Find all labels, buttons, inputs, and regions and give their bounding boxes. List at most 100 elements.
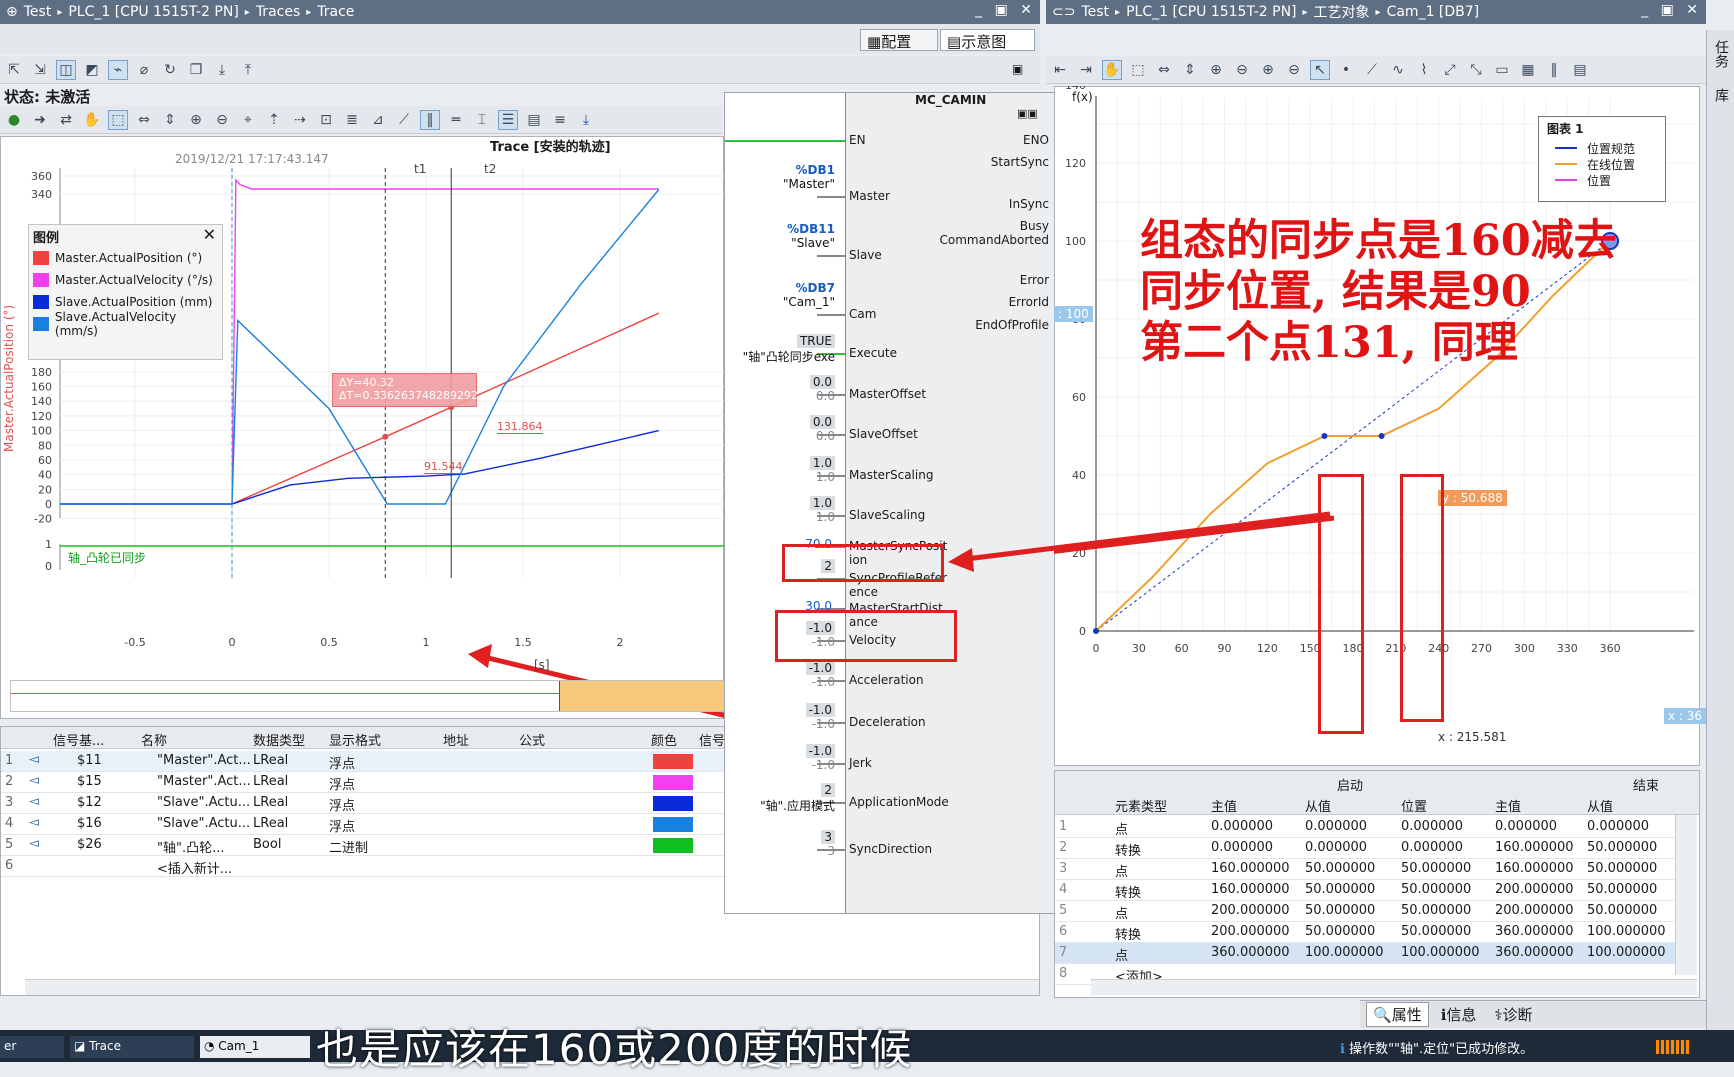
signal-format[interactable]: 浮点 [329,795,355,814]
cam-col-position[interactable]: 位置 [1401,796,1427,815]
cam-table-row[interactable]: 6 转换 200.000000 50.000000 50.000000 360.00000… [1055,922,1675,943]
sine-icon[interactable]: ∿ [1388,60,1408,80]
copy-icon[interactable]: ❐ [186,60,206,80]
sig-col-formula[interactable]: 公式 [519,730,545,749]
refresh-icon[interactable]: ↻ [160,60,180,80]
overview-strip[interactable] [10,680,725,712]
tab-info[interactable]: ℹ信息 [1435,1003,1483,1026]
sig-col-name[interactable]: 名称 [141,730,167,749]
zoom-box-icon[interactable]: ⬚ [108,109,128,130]
legend-item-1[interactable]: Master.ActualVelocity (°/s) [29,269,222,291]
sig-col-type[interactable]: 数据类型 [253,730,305,749]
sig-col-format[interactable]: 显示格式 [329,730,381,749]
right-breadcrumb-3[interactable]: Cam_1 [DB7] [1387,4,1480,20]
zoom-y-icon[interactable]: ⇕ [160,110,180,130]
side-tab-library[interactable]: 库 [1711,88,1731,102]
cam-table-row[interactable]: 2 转换 0.000000 0.000000 0.000000 160.000000 50.… [1055,838,1675,859]
right-breadcrumb-1[interactable]: PLC_1 [CPU 1515T-2 PN] [1126,4,1296,20]
tab-diagram[interactable]: ▤示意图 [940,29,1035,51]
select-icon[interactable]: ↖ [1310,59,1330,80]
pin-value[interactable]: -1.0 [805,744,835,758]
pin-value[interactable]: 2 [821,783,835,797]
upload-icon[interactable]: ⇱ [4,60,24,80]
cam-legend-item-2[interactable]: 位置 [1539,172,1665,188]
pin-value[interactable]: 3 [821,830,835,844]
window-controls[interactable]: _ ▣ ✕ [975,2,1036,18]
pin-icon[interactable]: ⊕ [6,4,18,20]
zoom-100-icon[interactable]: ⌖ [238,110,258,130]
tab-config[interactable]: ▦配置 [860,29,938,51]
cam-zoom-box-icon[interactable]: ⬚ [1128,60,1148,80]
cam-cell[interactable]: 点 [1115,903,1128,922]
signal-name[interactable]: "Master".Act... [157,753,251,768]
sig-col-signal[interactable]: 信号 [699,730,725,749]
cam-col-slave-start[interactable]: 从值 [1305,796,1331,815]
export-icon[interactable]: ⇲ [30,60,50,80]
side-tab-tasks[interactable]: 任务 [1711,40,1731,68]
signal-name[interactable]: "轴".凸轮... [157,837,225,856]
signal-color-swatch[interactable] [653,775,693,790]
signal-format[interactable]: 二进制 [329,837,368,856]
signal-name[interactable]: "Master".Act... [157,774,251,789]
cursor-b-icon[interactable]: ⟋ [394,110,414,130]
poly-icon[interactable]: ⌇ [1414,60,1434,80]
segment-icon[interactable]: ⤡ [1466,60,1486,80]
signal-icon[interactable]: ≣ [342,110,362,130]
list-icon[interactable]: ≡ [550,110,570,130]
cam-hand-icon[interactable]: ✋ [1102,59,1122,80]
monitor-off-icon[interactable]: ◩ [82,60,102,80]
block-options-icon[interactable]: ▣▣ [1017,107,1038,120]
zoom-x100-icon[interactable]: ⇢ [290,110,310,130]
point-icon[interactable]: • [1336,60,1356,80]
signal-format[interactable]: 浮点 [329,753,355,772]
pin-value[interactable]: 0.0 [809,415,835,429]
taskbar-item-trace[interactable]: ◪ Trace [70,1036,194,1058]
cam-legend-item-1[interactable]: 在线位置 [1539,156,1665,172]
cam-zoom-x-icon[interactable]: ⇔ [1154,60,1174,80]
inverse-sine-icon[interactable]: ⤢ [1440,60,1460,80]
line-icon[interactable]: ⟋ [1362,60,1382,80]
graph-icon[interactable]: ▭ [1492,60,1512,80]
cam-table-row[interactable]: 1 点 0.000000 0.000000 0.000000 0.000000 0.0000… [1055,817,1675,838]
signal-format[interactable]: 浮点 [329,774,355,793]
cam-zoom-in-2-icon[interactable]: ⊕ [1258,60,1278,80]
trace-icon[interactable]: ⌁ [108,59,128,80]
signal-format[interactable]: 浮点 [329,816,355,835]
export-chart-icon[interactable]: ⤓ [576,110,596,130]
cam-zoom-in-icon[interactable]: ⊕ [1206,60,1226,80]
pin-value[interactable]: -1.0 [805,661,835,675]
split-icon[interactable]: ‖ [1544,60,1564,80]
right-window-controls[interactable]: _ ▣ ✕ [1641,2,1702,18]
signal-color-swatch[interactable] [653,838,693,853]
cam-cell[interactable]: 转换 [1115,882,1141,901]
load-icon[interactable]: ⤒ [238,60,258,80]
breadcrumb-0[interactable]: Test [24,4,52,20]
zoom-y100-icon[interactable]: ⇡ [264,110,284,130]
table-icon[interactable]: ▤ [524,110,544,130]
sig-col-address[interactable]: 地址 [443,730,469,749]
cam-col-slave-end[interactable]: 从值 [1587,796,1613,815]
taskbar-item-cam[interactable]: ◔ Cam_1 [200,1036,310,1058]
cam-table-hscroll[interactable] [1091,979,1697,995]
monitor-icon[interactable]: ◫ [56,59,76,80]
cam-col-element[interactable]: 元素类型 [1115,796,1167,815]
horizontal-cursor-icon[interactable]: ═ [446,110,466,130]
trace-off-icon[interactable]: ⌀ [134,60,154,80]
cam-table-row[interactable]: 5 点 200.000000 50.000000 50.000000 200.000000… [1055,901,1675,922]
cam-col-master-end[interactable]: 主值 [1495,796,1521,815]
cam-cell[interactable]: 点 [1115,819,1128,838]
forward-icon[interactable]: ➜ [30,110,50,130]
legend-close-icon[interactable]: ✕ [203,225,216,244]
play-icon[interactable]: ● [4,110,24,130]
legend-icon[interactable]: ☰ [498,109,518,130]
hand-icon[interactable]: ✋ [82,110,102,130]
cam-table-vscroll[interactable] [1675,815,1697,975]
pin-value[interactable]: 1.0 [809,496,835,510]
cam-zoom-y-icon[interactable]: ⇕ [1180,60,1200,80]
cam-cell[interactable]: 点 [1115,861,1128,880]
zoom-x-icon[interactable]: ⇔ [134,110,154,130]
signal-name[interactable]: <插入新计... [157,858,232,877]
cam-table-row[interactable]: 4 转换 160.000000 50.000000 50.000000 200.00000… [1055,880,1675,901]
pin-value[interactable]: %DB11 [787,222,835,236]
cam-table-row[interactable]: 3 点 160.000000 50.000000 50.000000 160.000000… [1055,859,1675,880]
